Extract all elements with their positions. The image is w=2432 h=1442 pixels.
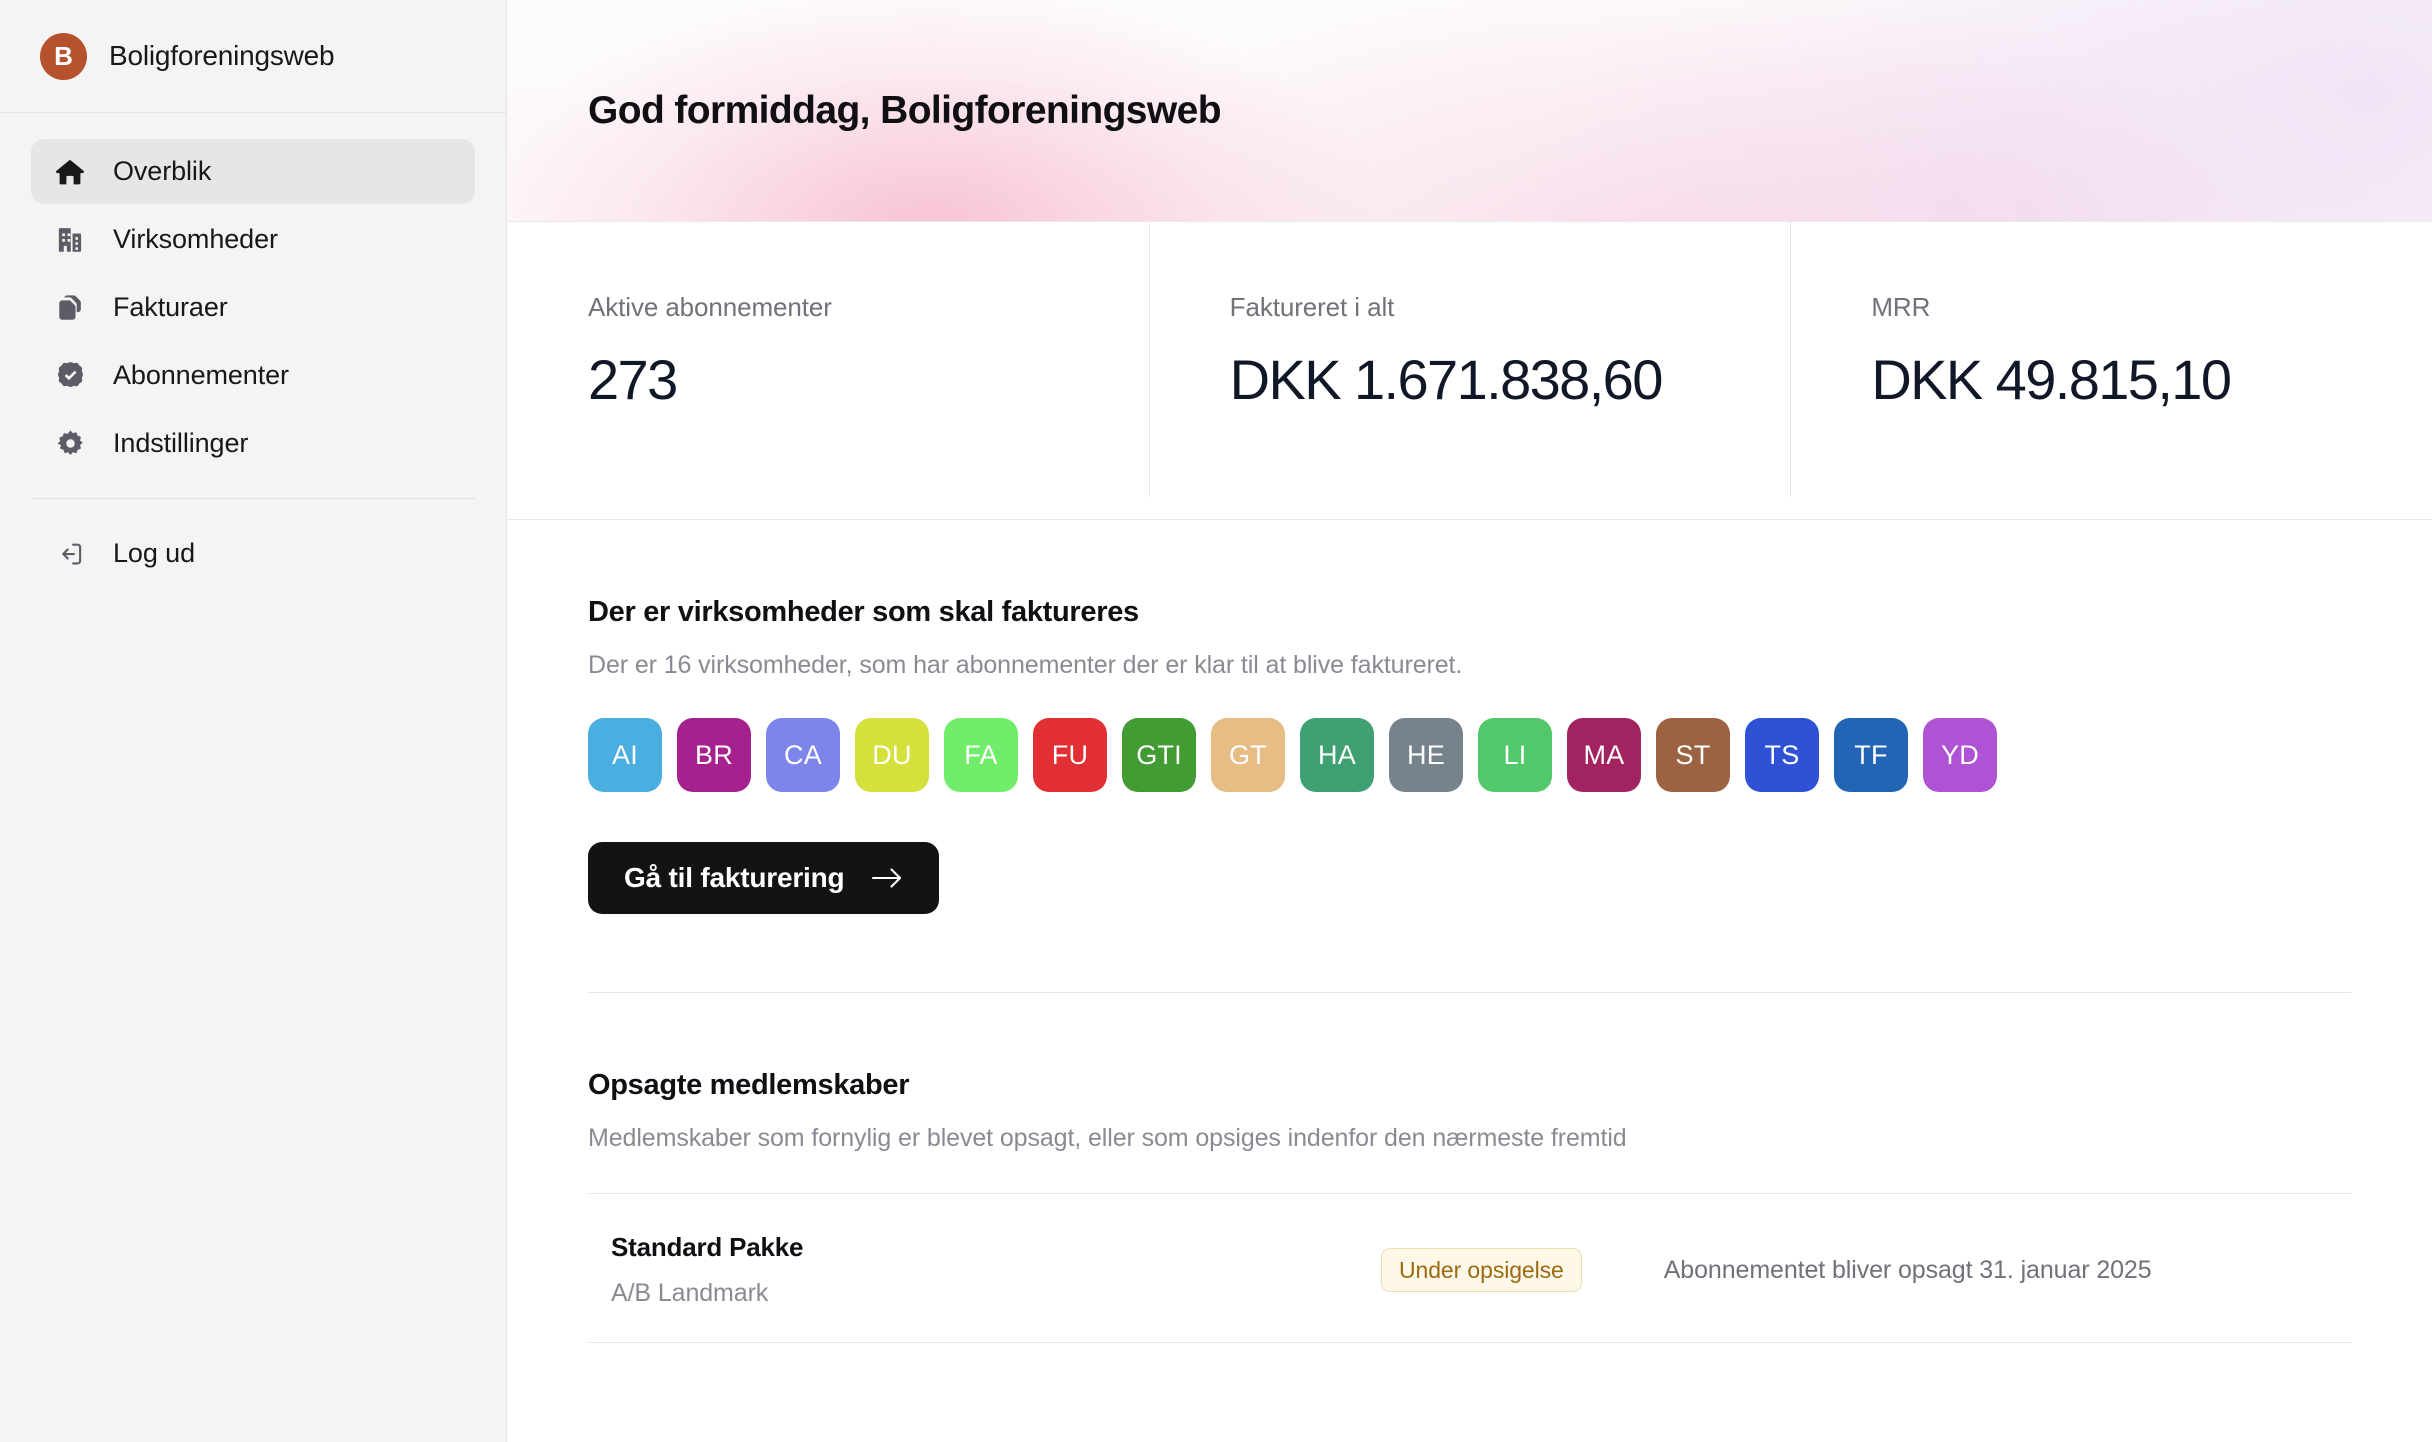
stat-card-mrr: MRR DKK 49.815,10: [1790, 222, 2432, 519]
logout-icon: [53, 537, 87, 571]
stat-value: 273: [588, 348, 678, 411]
home-icon: [53, 155, 87, 189]
company-avatar[interactable]: GT: [1211, 718, 1285, 792]
invoicing-section: Der er virksomheder som skal faktureres …: [588, 520, 2351, 993]
hero-banner: God formiddag, Boligforeningsweb: [507, 0, 2432, 222]
sidebar-divider: [31, 498, 475, 499]
status-badge: Under opsigelse: [1381, 1248, 1582, 1292]
company-avatar[interactable]: HA: [1300, 718, 1374, 792]
company-avatar[interactable]: ST: [1656, 718, 1730, 792]
cancellations-list: Standard Pakke A/B Landmark Under opsige…: [588, 1193, 2351, 1343]
sidebar-item-label: Abonnementer: [113, 360, 289, 390]
cancellation-note: Abonnementet bliver opsagt 31. januar 20…: [1663, 1255, 2152, 1284]
company-avatar[interactable]: GTI: [1122, 718, 1196, 792]
gear-icon: [53, 427, 87, 461]
buildings-icon: [53, 223, 87, 257]
sidebar-item-label: Fakturaer: [113, 292, 228, 322]
stat-value: DKK 1.671.838,60: [1229, 348, 1664, 411]
documents-icon: [53, 291, 87, 325]
brand-logo-icon: B: [40, 32, 87, 80]
company-avatar[interactable]: DU: [855, 718, 929, 792]
list-bottom-rule: [588, 1342, 2351, 1343]
sidebar-item-virksomheder[interactable]: Virksomheder: [31, 207, 475, 272]
section-subtitle: Der er 16 virksomheder, som har abonneme…: [588, 651, 1463, 679]
page-title: God formiddag, Boligforeningsweb: [588, 88, 1222, 132]
sidebar-nav-secondary: Log ud: [0, 521, 506, 586]
stat-value: DKK 49.815,10: [1871, 348, 2232, 411]
company-avatar[interactable]: FU: [1033, 718, 1107, 792]
cancellations-section: Opsagte medlemskaber Medlemskaber som fo…: [588, 993, 2351, 1343]
sidebar-item-label: Indstillinger: [113, 428, 249, 458]
verified-badge-icon: [53, 359, 87, 393]
company-avatar[interactable]: HE: [1389, 718, 1463, 792]
stat-card-faktureret-i-alt: Faktureret i alt DKK 1.671.838,60: [1148, 222, 1791, 519]
table-row[interactable]: Standard Pakke A/B Landmark Under opsige…: [588, 1194, 2351, 1342]
company-avatar[interactable]: BR: [677, 718, 751, 792]
row-primary: Standard Pakke A/B Landmark: [611, 1232, 1381, 1308]
company-name: A/B Landmark: [611, 1279, 769, 1307]
go-to-invoicing-label: Gå til fakturering: [624, 862, 845, 893]
stat-label: Faktureret i alt: [1229, 292, 1395, 322]
stat-label: Aktive abonnementer: [588, 292, 832, 322]
stat-card-aktive-abonnementer: Aktive abonnementer 273: [507, 222, 1149, 519]
company-avatar[interactable]: CA: [766, 718, 840, 792]
content-area: Der er virksomheder som skal faktureres …: [507, 520, 2432, 1343]
app-root: B Boligforeningsweb Overblik Virksomhede…: [0, 0, 2432, 1442]
main-content: God formiddag, Boligforeningsweb Aktive …: [507, 0, 2432, 1442]
company-avatar[interactable]: LI: [1478, 718, 1552, 792]
stats-row: Aktive abonnementer 273 Faktureret i alt…: [507, 222, 2432, 520]
sidebar-item-indstillinger[interactable]: Indstillinger: [31, 411, 475, 476]
sidebar-nav: Overblik Virksomheder Fakturaer Abonneme…: [0, 113, 506, 476]
company-avatar[interactable]: TS: [1745, 718, 1819, 792]
sidebar-item-overblik[interactable]: Overblik: [31, 139, 475, 204]
arrow-right-icon: [871, 867, 903, 889]
go-to-invoicing-button[interactable]: Gå til fakturering: [588, 842, 940, 914]
sidebar-item-label: Log ud: [113, 538, 195, 568]
sidebar-item-label: Overblik: [113, 156, 212, 186]
company-avatar[interactable]: AI: [588, 718, 662, 792]
brand-name: Boligforeningsweb: [109, 40, 335, 71]
sidebar-item-log-ud[interactable]: Log ud: [31, 521, 475, 586]
stat-label: MRR: [1871, 292, 1931, 322]
plan-name: Standard Pakke: [611, 1232, 804, 1262]
sidebar-item-fakturaer[interactable]: Fakturaer: [31, 275, 475, 340]
section-subtitle: Medlemskaber som fornylig er blevet opsa…: [588, 1124, 1627, 1152]
company-avatar-list: AI BR CA DU FA FU GTI GT HA HE LI MA ST TS TF YD: [588, 718, 2351, 792]
company-avatar[interactable]: YD: [1923, 718, 1997, 792]
section-title: Der er virksomheder som skal faktureres: [588, 596, 1139, 628]
sidebar-item-label: Virksomheder: [113, 224, 278, 254]
sidebar: B Boligforeningsweb Overblik Virksomhede…: [0, 0, 507, 1442]
company-avatar[interactable]: FA: [944, 718, 1018, 792]
company-avatar[interactable]: TF: [1834, 718, 1908, 792]
sidebar-item-abonnementer[interactable]: Abonnementer: [31, 343, 475, 408]
brand[interactable]: B Boligforeningsweb: [0, 0, 506, 113]
company-avatar[interactable]: MA: [1567, 718, 1641, 792]
section-title: Opsagte medlemskaber: [588, 1069, 910, 1101]
